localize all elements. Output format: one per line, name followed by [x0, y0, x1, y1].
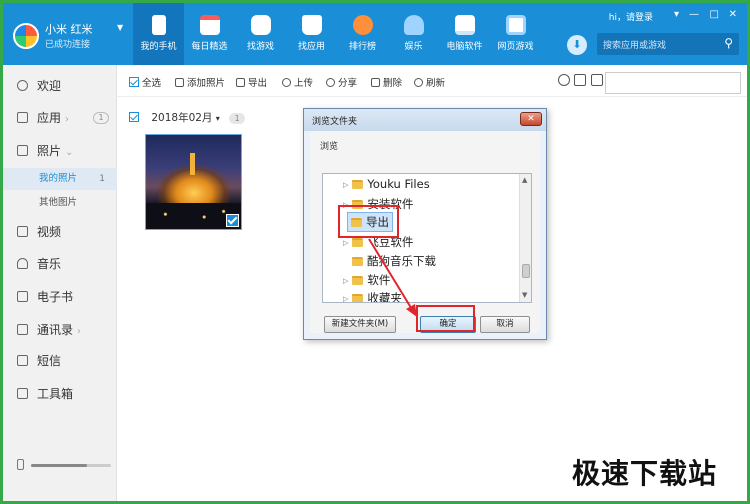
site-watermark: 极速下载站	[572, 457, 718, 490]
tutorial-arrow	[368, 238, 417, 317]
app-window: 小米 红米 已成功连接 ▼ 我的手机 每日精选 找游戏 找应用 排行榜 娱乐 电…	[3, 3, 747, 501]
